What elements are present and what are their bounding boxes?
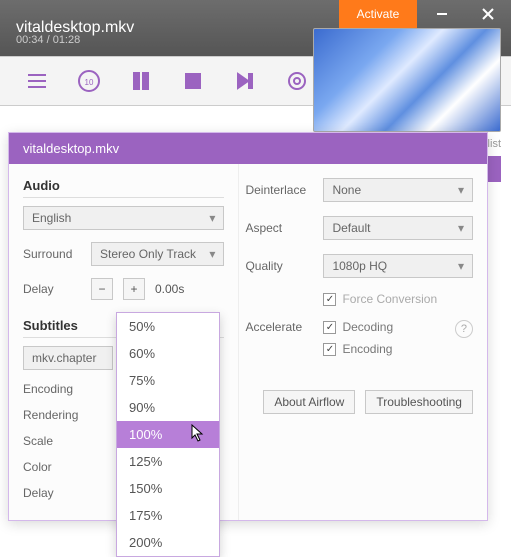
audio-language-value: English <box>32 211 71 225</box>
scale-option[interactable]: 150% <box>117 475 219 502</box>
svg-text:10: 10 <box>85 78 94 87</box>
chevron-down-icon: ▾ <box>209 247 215 261</box>
scale-option[interactable]: 75% <box>117 367 219 394</box>
encoding-label: Encoding <box>342 342 392 356</box>
rendering-label: Rendering <box>23 408 81 422</box>
scale-option[interactable]: 90% <box>117 394 219 421</box>
deinterlace-value: None <box>332 183 361 197</box>
accelerate-label: Accelerate <box>245 320 323 334</box>
scale-label: Scale <box>23 434 81 448</box>
close-button[interactable] <box>465 0 511 28</box>
encoding-checkbox[interactable]: Encoding <box>323 342 445 356</box>
settings-gear-icon[interactable] <box>284 68 310 94</box>
deinterlace-label: Deinterlace <box>245 183 323 197</box>
surround-label: Surround <box>23 247 81 261</box>
scale-option[interactable]: 50% <box>117 313 219 340</box>
playback-time: 00:34 / 01:28 <box>16 34 80 46</box>
subtitle-track-value: mkv.chapter <box>32 351 96 365</box>
aspect-select[interactable]: Default ▾ <box>323 216 473 240</box>
audio-heading: Audio <box>23 178 224 198</box>
scale-option[interactable]: 60% <box>117 340 219 367</box>
force-conversion-label: Force Conversion <box>342 292 437 306</box>
aspect-value: Default <box>332 221 370 235</box>
aspect-label: Aspect <box>245 221 323 235</box>
scale-option[interactable]: 200% <box>117 529 219 556</box>
checkbox-icon <box>323 321 336 334</box>
chevron-down-icon: ▾ <box>458 259 464 273</box>
pause-icon[interactable] <box>128 68 154 94</box>
color-label: Color <box>23 460 81 474</box>
decoding-label: Decoding <box>342 320 393 334</box>
deinterlace-select[interactable]: None ▾ <box>323 178 473 202</box>
about-button[interactable]: About Airflow <box>263 390 355 414</box>
chevron-down-icon: ▾ <box>458 221 464 235</box>
chevron-down-icon: ▾ <box>458 183 464 197</box>
quality-value: 1080p HQ <box>332 259 387 273</box>
quality-select[interactable]: 1080p HQ ▾ <box>323 254 473 278</box>
decoding-checkbox[interactable]: Decoding <box>323 320 445 334</box>
surround-value: Stereo Only Track <box>100 247 196 261</box>
minimize-button[interactable] <box>419 0 465 28</box>
checkbox-icon <box>323 343 336 356</box>
chevron-down-icon: ▾ <box>209 211 215 225</box>
checkbox-icon <box>323 293 336 306</box>
audio-delay-label: Delay <box>23 282 81 296</box>
next-icon[interactable] <box>232 68 258 94</box>
encoding-label: Encoding <box>23 382 81 396</box>
delay-minus-button[interactable]: − <box>91 278 113 300</box>
scale-option[interactable]: 125% <box>117 448 219 475</box>
audio-language-select[interactable]: English ▾ <box>23 206 224 230</box>
force-conversion-checkbox[interactable]: Force Conversion <box>323 292 437 306</box>
stop-icon[interactable] <box>180 68 206 94</box>
help-icon[interactable]: ? <box>455 320 473 338</box>
popover-title: vitaldesktop.mkv <box>9 133 487 164</box>
settings-popover: vitaldesktop.mkv Audio English ▾ Surroun… <box>8 132 488 521</box>
scale-option[interactable]: 175% <box>117 502 219 529</box>
playlist-icon[interactable] <box>24 68 50 94</box>
scale-option-selected[interactable]: 100% <box>117 421 219 448</box>
audio-delay-value: 0.00s <box>155 282 184 296</box>
troubleshooting-button[interactable]: Troubleshooting <box>365 390 473 414</box>
subtitle-track-select[interactable]: mkv.chapter <box>23 346 113 370</box>
rewind-10-icon[interactable]: 10 <box>76 68 102 94</box>
surround-select[interactable]: Stereo Only Track ▾ <box>91 242 224 266</box>
quality-label: Quality <box>245 259 323 273</box>
scale-dropdown-menu: 50% 60% 75% 90% 100% 125% 150% 175% 200% <box>116 312 220 557</box>
subtitle-delay-label: Delay <box>23 486 81 500</box>
scale-option-label: 100% <box>129 427 162 442</box>
activate-button[interactable]: Activate <box>339 0 417 28</box>
video-thumbnail <box>313 28 501 132</box>
delay-plus-button[interactable]: + <box>123 278 145 300</box>
cursor-icon <box>191 424 205 445</box>
